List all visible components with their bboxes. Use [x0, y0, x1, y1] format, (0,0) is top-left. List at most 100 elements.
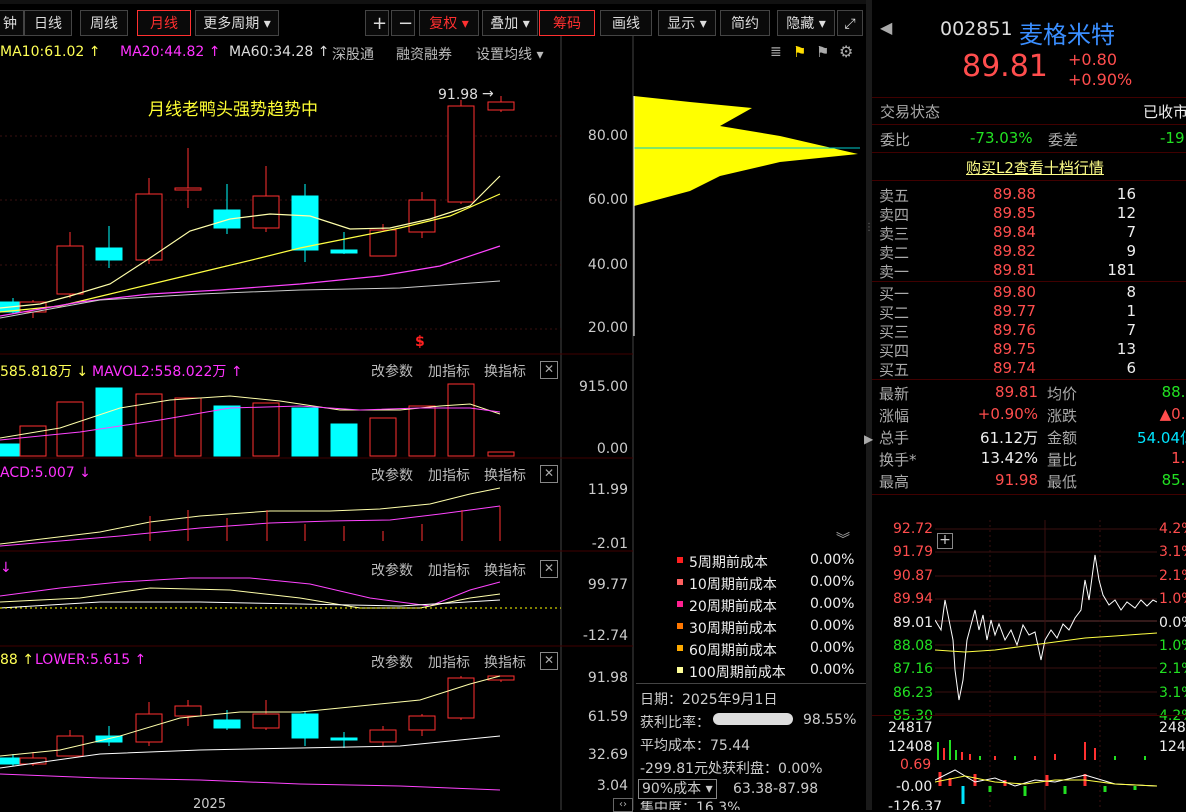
volume-bar — [95, 387, 123, 457]
intraday-price-tick: 89.01 — [893, 614, 934, 631]
cost-row-value: 0.00% — [810, 574, 855, 590]
collapse-chevron-icon[interactable]: ︾ — [836, 529, 850, 549]
price-change-pct: +0.90% — [1068, 70, 1133, 89]
bid-volume: 8 — [1126, 283, 1136, 301]
cost-percent-select[interactable]: 90%成本 ▾ — [638, 779, 717, 799]
intraday-price-tick: 88.08 — [893, 638, 934, 654]
volume-bar — [291, 407, 319, 457]
boll-edit-params-button[interactable]: 改参数 — [371, 652, 413, 672]
tab-daily[interactable]: 日线 — [24, 10, 72, 36]
boll-label: 88 ↑ — [0, 652, 34, 668]
cost-row-value: 0.00% — [810, 552, 855, 568]
cost-color-marker — [677, 601, 683, 607]
intraday-volume — [937, 740, 1146, 760]
intraday-pct-tick: 4.2% — [1159, 521, 1186, 537]
last-price: 89.81 — [962, 49, 1048, 84]
bid-price: 89.80 — [993, 283, 1036, 301]
overlay-dropdown[interactable]: 叠加 ▾ — [482, 10, 538, 36]
boll-switch-indicator-button[interactable]: 换指标 — [484, 652, 526, 672]
cost-row-label: 60周期前成本 — [689, 643, 777, 659]
quote-header: ◀ 002851 麦格米特 89.81 +0.80 +0.90% — [872, 10, 1186, 100]
vol-switch-indicator-button[interactable]: 换指标 — [484, 361, 526, 381]
weibi-label: 委比 — [880, 131, 911, 149]
intraday-price-tick: 92.72 — [893, 521, 934, 537]
boll-candle-body — [174, 705, 202, 717]
volume-bar — [213, 405, 241, 457]
vol-add-indicator-button[interactable]: 加指标 — [428, 361, 470, 381]
stat-label: 最低 — [1047, 473, 1078, 491]
candle-body — [291, 195, 319, 251]
bid-level-label: 买二 — [879, 304, 910, 322]
hide-dropdown[interactable]: 隐藏 ▾ — [777, 10, 835, 36]
zoom-out-button[interactable]: − — [391, 10, 415, 36]
macd-close-icon[interactable]: ✕ — [540, 465, 558, 483]
vol-close-icon[interactable]: ✕ — [540, 361, 558, 379]
chip-distribution — [634, 96, 858, 206]
splitter-arrow-icon[interactable]: ▶ — [864, 432, 873, 446]
zoom-in-button[interactable]: + — [365, 10, 389, 36]
stat-value: +0.90% — [977, 405, 1038, 423]
tab-minute[interactable]: 钟 — [0, 10, 24, 36]
kdj-y-tick: -12.74 — [582, 628, 628, 644]
cost-row-value: 0.00% — [810, 596, 855, 612]
macd-edit-params-button[interactable]: 改参数 — [371, 465, 413, 485]
bid-volume: 1 — [1126, 302, 1136, 320]
expand-icon[interactable]: ⤢ — [837, 10, 863, 36]
cost-color-marker — [677, 645, 683, 651]
buy-l2-link[interactable]: 购买L2查看十档行情 — [966, 157, 1104, 178]
kdj-add-indicator-button[interactable]: 加指标 — [428, 560, 470, 580]
boll-close-icon[interactable]: ✕ — [540, 652, 558, 670]
kdj-edit-params-button[interactable]: 改参数 — [371, 560, 413, 580]
vol-edit-params-button[interactable]: 改参数 — [371, 361, 413, 381]
bid-level-label: 买一 — [879, 285, 910, 303]
intraday-price-tick: 87.16 — [893, 661, 934, 678]
ask-level-label: 卖四 — [879, 206, 910, 224]
stock-code: 002851 — [940, 18, 1013, 40]
macd-add-indicator-button[interactable]: 加指标 — [428, 465, 470, 485]
candlesticks — [0, 96, 515, 318]
display-dropdown[interactable]: 显示 ▾ — [658, 10, 716, 36]
stat-value: 85.3 — [1161, 471, 1186, 489]
stat-value: 88.4 — [1161, 383, 1186, 401]
boll-candle-body — [291, 713, 319, 739]
vol-y-tick: 0.00 — [596, 441, 628, 457]
tab-weekly[interactable]: 周线 — [80, 10, 128, 36]
trade-status-value: 已收市 — [1143, 103, 1186, 121]
kdj-close-icon[interactable]: ✕ — [540, 560, 558, 578]
boll-candle-body — [213, 719, 241, 729]
tab-monthly[interactable]: 月线 — [137, 10, 191, 36]
stat-value: 54.04亿 — [1137, 429, 1186, 447]
weicha-label: 委差 — [1048, 131, 1079, 149]
draw-line-button[interactable]: 画线 — [600, 10, 652, 36]
back-arrow-icon[interactable]: ◀ — [880, 18, 892, 37]
stat-label: 总手 — [879, 429, 910, 447]
chip-button[interactable]: 筹码 — [539, 10, 595, 36]
intraday-vol-tick: 24817 — [888, 720, 933, 736]
weicha-value: -19 — [1160, 129, 1185, 147]
volume-bar — [487, 451, 515, 457]
intraday-vol-tick: 248 — [1159, 720, 1186, 736]
candle-body — [408, 199, 436, 233]
macd-switch-indicator-button[interactable]: 换指标 — [484, 465, 526, 485]
ask-price: 89.85 — [993, 204, 1036, 222]
x-axis-year: 2025 — [193, 797, 227, 812]
ask-volume: 9 — [1126, 242, 1136, 260]
cost-row-label: 30周期前成本 — [689, 621, 777, 637]
cost-row-label: 20周期前成本 — [689, 599, 777, 615]
boll-add-indicator-button[interactable]: 加指标 — [428, 652, 470, 672]
kdj-switch-indicator-button[interactable]: 换指标 — [484, 560, 526, 580]
stat-label: 涨跌 — [1047, 407, 1078, 425]
adjust-dropdown[interactable]: 复权 ▾ — [419, 10, 479, 36]
intraday-vol-tick: 12408 — [888, 739, 933, 755]
panel-splitter[interactable] — [866, 0, 872, 810]
stat-label: 量比 — [1047, 451, 1078, 469]
intraday-price-tick: 86.23 — [893, 684, 934, 701]
splitter-grip-icon[interactable]: ⋮ — [864, 222, 874, 233]
profit-ratio-value: 98.55% — [803, 712, 857, 728]
more-periods-dropdown[interactable]: 更多周期 ▾ — [195, 10, 279, 36]
candle-body — [56, 245, 84, 295]
macd-y-tick: -2.01 — [591, 536, 628, 552]
simple-button[interactable]: 简约 — [720, 10, 770, 36]
stat-value: 1.1 — [1171, 449, 1186, 467]
cost-color-marker — [677, 579, 683, 585]
